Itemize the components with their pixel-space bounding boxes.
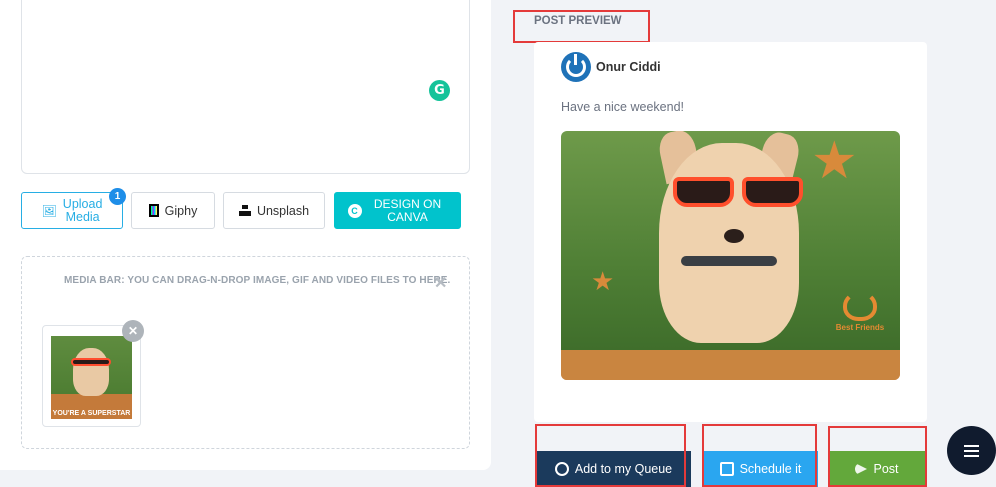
schedule-label: Schedule it (739, 462, 802, 476)
post-label: Post (873, 462, 899, 476)
add-to-queue-button[interactable]: Add to my Queue (536, 451, 691, 487)
post-button[interactable]: Post (829, 451, 925, 487)
canva-icon: C (347, 203, 362, 218)
hamburger-icon (964, 444, 979, 447)
thumbnail-image: YOU'RE A SUPERSTAR (51, 336, 132, 419)
media-bar-dropzone[interactable]: MEDIA BAR: YOU CAN DRAG-N-DROP IMAGE, GI… (21, 256, 470, 449)
best-friends-logo: Best Friends (831, 291, 889, 332)
add-to-queue-label: Add to my Queue (574, 462, 673, 476)
avatar (561, 52, 591, 82)
remove-media-icon[interactable]: ✕ (122, 320, 144, 342)
giphy-button[interactable]: Giphy (131, 192, 215, 229)
design-on-canva-button[interactable]: C DESIGN ON CANVA (334, 192, 461, 229)
post-preview-title: POST PREVIEW (534, 15, 622, 27)
media-bar-hint: MEDIA BAR: YOU CAN DRAG-N-DROP IMAGE, GI… (64, 275, 451, 286)
post-text-input[interactable]: G (21, 0, 470, 174)
giphy-label: Giphy (164, 203, 198, 218)
upload-media-button[interactable]: 🖼 Upload Media (21, 192, 123, 229)
upload-count-badge: 1 (109, 188, 126, 205)
unsplash-button[interactable]: Unsplash (223, 192, 325, 229)
menu-fab-button[interactable] (947, 426, 996, 475)
unsplash-icon (238, 205, 251, 216)
post-image: ★ ★ Best Friends (561, 131, 900, 380)
author-name: Onur Ciddi (596, 60, 661, 74)
close-icon[interactable]: ✕ (434, 273, 447, 293)
grammarly-icon[interactable]: G (429, 80, 450, 101)
post-preview-card: Onur Ciddi Have a nice weekend! ★ ★ Best… (534, 42, 927, 422)
unsplash-label: Unsplash (256, 203, 310, 218)
upload-media-label: Upload Media (62, 196, 103, 224)
calendar-icon (719, 462, 734, 476)
schedule-button[interactable]: Schedule it (703, 451, 818, 487)
composer-panel: G 🖼 Upload Media 1 Giphy Unsplash C DESI… (0, 0, 491, 470)
giphy-icon (148, 204, 159, 217)
post-text: Have a nice weekend! (561, 100, 684, 114)
queue-icon (554, 462, 569, 476)
send-icon (855, 463, 868, 475)
canva-label: DESIGN ON CANVA (373, 196, 442, 224)
image-icon: 🖼 (41, 203, 57, 218)
